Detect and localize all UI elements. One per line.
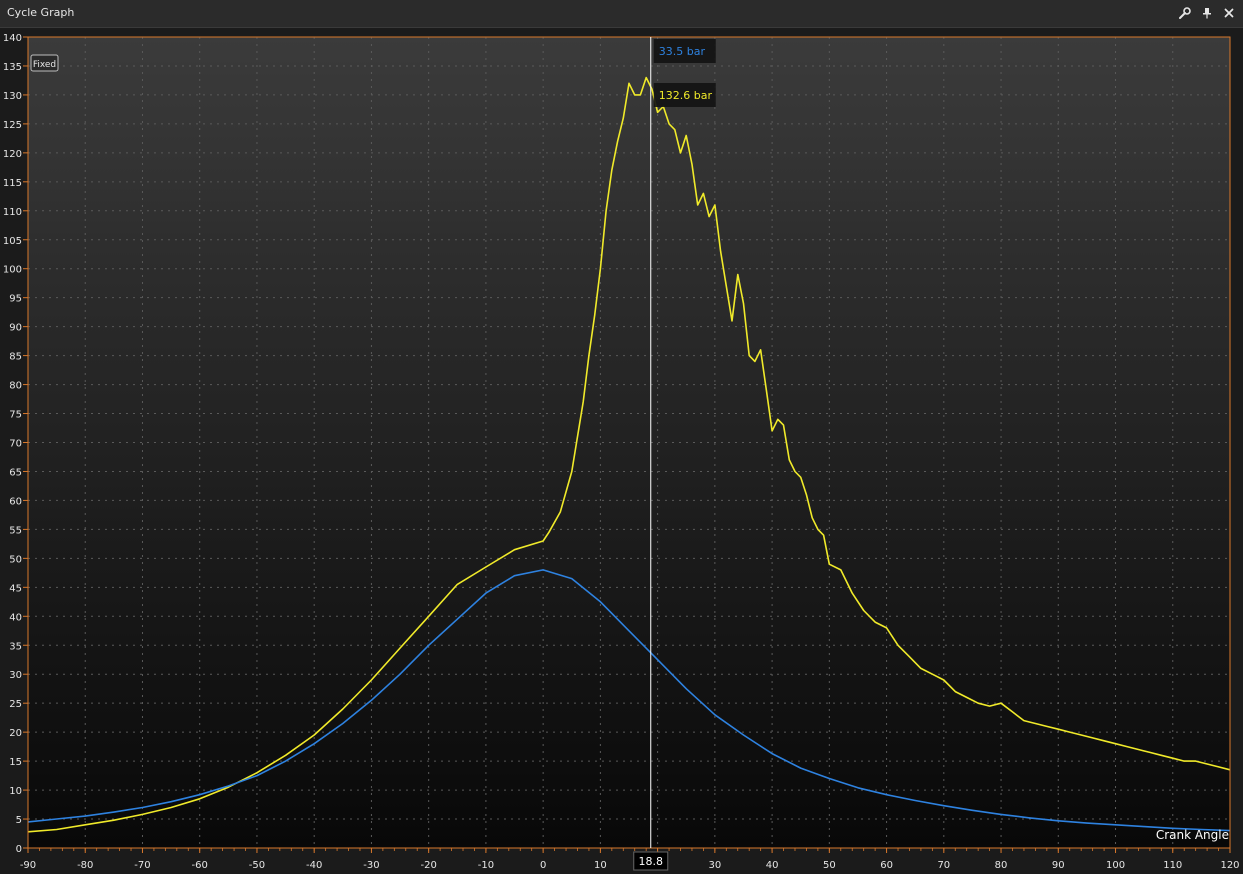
- x-tick-label: -60: [192, 860, 208, 871]
- x-tick-label: 80: [995, 860, 1008, 871]
- y-tick-label: 135: [3, 62, 22, 73]
- x-tick-label: 50: [823, 860, 836, 871]
- x-tick-label: -20: [420, 860, 436, 871]
- window-titlebar: Cycle Graph: [0, 0, 1243, 28]
- y-tick-label: 95: [9, 294, 22, 305]
- y-tick-label: 55: [9, 525, 22, 536]
- x-tick-label: -30: [363, 860, 379, 871]
- y-tick-label: 35: [9, 641, 22, 652]
- x-tick-label: 90: [1052, 860, 1065, 871]
- y-tick-label: 0: [16, 844, 22, 855]
- x-tick-label: -10: [478, 860, 494, 871]
- y-tick-label: 130: [3, 91, 22, 102]
- close-icon[interactable]: [1222, 5, 1235, 21]
- y-tick-label: 40: [9, 612, 22, 623]
- wrench-icon[interactable]: [1178, 5, 1191, 21]
- cursor-readout-label: 132.6 bar: [659, 89, 713, 102]
- y-tick-label: 80: [9, 381, 22, 392]
- y-tick-label: 5: [16, 815, 22, 826]
- y-tick-label: 45: [9, 583, 22, 594]
- y-tick-label: 100: [3, 265, 22, 276]
- x-tick-label: 60: [880, 860, 893, 871]
- y-tick-label: 85: [9, 352, 22, 363]
- x-tick-label: 110: [1163, 860, 1182, 871]
- y-tick-label: 125: [3, 120, 22, 131]
- cursor-x-label: 18.8: [639, 855, 664, 868]
- y-tick-label: 20: [9, 728, 22, 739]
- y-tick-label: 90: [9, 323, 22, 334]
- y-tick-label: 120: [3, 149, 22, 160]
- y-tick-label: 105: [3, 236, 22, 247]
- cycle-graph-chart[interactable]: -90-80-70-60-50-40-30-20-100102030405060…: [0, 28, 1243, 874]
- x-tick-label: 40: [766, 860, 779, 871]
- x-tick-label: -90: [20, 860, 36, 871]
- y-tick-label: 75: [9, 410, 22, 421]
- y-tick-label: 65: [9, 467, 22, 478]
- window-title: Cycle Graph: [7, 6, 75, 19]
- y-tick-label: 115: [3, 178, 22, 189]
- x-tick-label: -40: [306, 860, 322, 871]
- y-tick-label: 15: [9, 757, 22, 768]
- x-tick-label: -50: [249, 860, 265, 871]
- x-tick-label: 10: [594, 860, 607, 871]
- y-tick-label: 110: [3, 207, 22, 218]
- fixed-badge-group: Fixed: [30, 54, 59, 72]
- y-tick-label: 25: [9, 699, 22, 710]
- y-tick-label: 70: [9, 439, 22, 450]
- x-tick-label: 70: [937, 860, 950, 871]
- x-tick-label: -80: [77, 860, 93, 871]
- x-tick-label: 0: [540, 860, 546, 871]
- y-tick-label: 50: [9, 554, 22, 565]
- x-tick-label: 100: [1106, 860, 1125, 871]
- x-tick-label: -70: [134, 860, 150, 871]
- y-tick-label: 140: [3, 33, 22, 44]
- x-tick-label: 120: [1220, 860, 1239, 871]
- cursor-readout-label: 33.5 bar: [659, 45, 706, 58]
- fixed-badge[interactable]: Fixed: [33, 60, 56, 70]
- y-tick-label: 30: [9, 670, 22, 681]
- x-axis-label: Crank Angle: [1156, 828, 1229, 842]
- y-tick-label: 10: [9, 786, 22, 797]
- y-tick-label: 60: [9, 496, 22, 507]
- x-tick-label: 30: [708, 860, 721, 871]
- pin-icon[interactable]: [1200, 5, 1213, 21]
